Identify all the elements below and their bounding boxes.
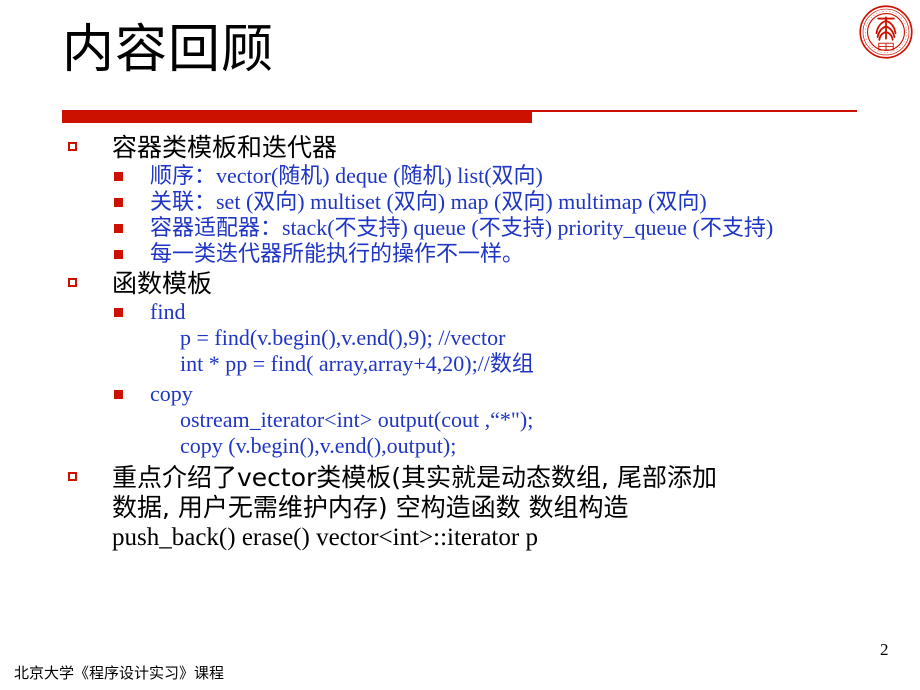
list-item-text: 顺序：vector(随机) deque (随机) list(双向) (150, 163, 543, 188)
footer-course-label: 北京大学《程序设计实习》课程 (14, 664, 225, 682)
page-number: 2 (880, 640, 889, 659)
outline-summary-vector: 重点介绍了vector类模板(其实就是动态数组, 尾部添加 数据, 用户无需维护… (58, 463, 908, 553)
list-item-text: copy (150, 381, 193, 406)
summary-line: 数据, 用户无需维护内存) 空构造函数 数组构造 (112, 493, 629, 522)
title-divider (62, 110, 857, 124)
list-item-find: find (58, 299, 908, 325)
page-title: 内容回顾 (62, 20, 275, 80)
solid-square-bullet-icon (114, 172, 123, 181)
code-line: copy (v.begin(),v.end(),output); (180, 433, 457, 458)
code-line: p = find(v.begin(),v.end(),9); //vector (180, 325, 506, 350)
divider-thick-bar (62, 111, 532, 123)
outline-heading-function-templates: 函数模板 (58, 269, 908, 298)
code-line: int * pp = find( array,array+4,20);//数组 (180, 351, 534, 376)
summary-line: 重点介绍了vector类模板(其实就是动态数组, 尾部添加 (112, 463, 717, 492)
hollow-square-bullet-icon (68, 142, 77, 151)
code-line: ostream_iterator<int> output(cout ,“*"); (180, 407, 534, 432)
list-item: 关联：set (双向) multiset (双向) map (双向) multi… (58, 189, 908, 215)
summary-line: push_back() erase() vector<int>::iterato… (112, 524, 538, 551)
list-item: 容器适配器：stack(不支持) queue (不支持) priority_qu… (58, 215, 908, 241)
solid-square-bullet-icon (114, 308, 123, 317)
list-item-text: 容器适配器：stack(不支持) queue (不支持) priority_qu… (150, 215, 774, 240)
slide-canvas: 内容回顾 容器类模板和迭代器 顺序：vector(随机) deque (随机) … (0, 0, 920, 690)
list-item-text: 每一类迭代器所能执行的操作不一样。 (150, 241, 525, 266)
list-item: 每一类迭代器所能执行的操作不一样。 (58, 241, 908, 267)
solid-square-bullet-icon (114, 390, 123, 399)
hollow-square-bullet-icon (68, 278, 77, 287)
solid-square-bullet-icon (114, 224, 123, 233)
outline-heading-containers: 容器类模板和迭代器 (58, 133, 908, 162)
outline-heading-text: 容器类模板和迭代器 (112, 133, 338, 162)
list-item: 顺序：vector(随机) deque (随机) list(双向) (58, 163, 908, 189)
list-item-text: find (150, 299, 186, 324)
peking-university-seal-icon (858, 4, 914, 60)
list-item-copy: copy (58, 381, 908, 407)
list-item-text: 关联：set (双向) multiset (双向) map (双向) multi… (150, 189, 707, 214)
solid-square-bullet-icon (114, 198, 123, 207)
solid-square-bullet-icon (114, 250, 123, 259)
hollow-square-bullet-icon (68, 472, 77, 481)
outline-heading-text: 函数模板 (112, 269, 213, 298)
slide-body: 容器类模板和迭代器 顺序：vector(随机) deque (随机) list(… (58, 133, 908, 553)
